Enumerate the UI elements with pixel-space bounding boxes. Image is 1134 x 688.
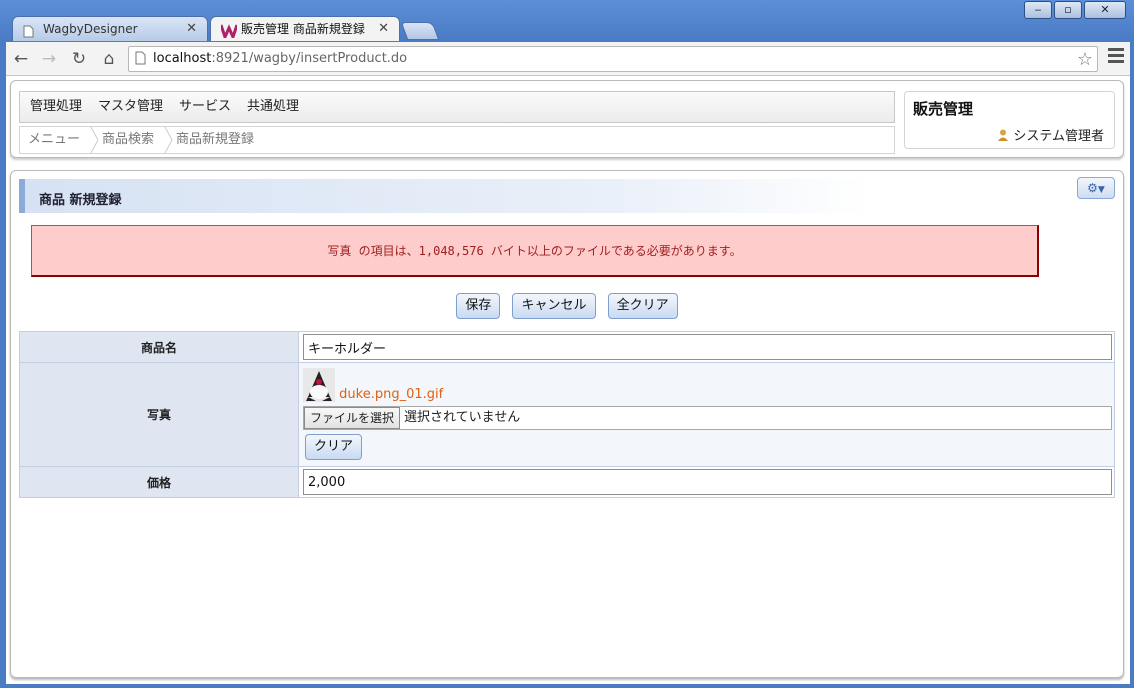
menu-item-master[interactable]: マスタ管理 <box>98 92 163 122</box>
photo-cell: duke.png_01.gif ファイルを選択 選択されていません クリア <box>298 362 1115 467</box>
page-viewport: 管理処理 マスタ管理 サービス 共通処理 メニュー 商品検索 商品新規登録 販売管理 … <box>6 76 1130 684</box>
user-name: システム管理者 <box>1013 129 1104 144</box>
page-icon <box>135 51 146 69</box>
page-icon <box>23 22 34 41</box>
page-title-bar: 商品 新規登録 <box>19 179 869 213</box>
photo-label: 写真 <box>19 362 299 467</box>
tab-label: 販売管理 商品新規登録 <box>241 22 365 36</box>
browser-menu-icon[interactable] <box>1108 48 1124 66</box>
settings-dropdown-button[interactable]: ⚙▼ <box>1077 177 1115 199</box>
price-cell <box>298 466 1115 498</box>
wagby-logo-icon <box>219 22 239 41</box>
home-icon[interactable]: ⌂ <box>98 48 120 70</box>
new-tab-button[interactable] <box>400 22 440 40</box>
tab-label: WagbyDesigner <box>43 22 138 36</box>
user-icon <box>998 129 1009 141</box>
page-title: 商品 新規登録 <box>39 193 122 208</box>
form-row-name: 商品名 <box>19 331 1115 363</box>
form-row-photo: 写真 duke.png_01.gif ファイルを選択 選択されていません クリア <box>19 362 1115 467</box>
back-icon[interactable]: ← <box>10 48 32 70</box>
price-input[interactable] <box>303 469 1112 495</box>
price-label: 価格 <box>19 466 299 498</box>
product-name-input[interactable] <box>303 334 1112 360</box>
tab-close-icon[interactable]: ✕ <box>378 17 389 41</box>
global-menu: 管理処理 マスタ管理 サービス 共通処理 <box>19 91 895 123</box>
action-buttons: 保存 キャンセル 全クリア <box>11 293 1123 319</box>
breadcrumb-current: 商品新規登録 <box>176 132 255 147</box>
tab-wagbydesigner[interactable]: WagbyDesigner ✕ <box>12 16 208 41</box>
error-message: 写真 の項目は、1,048,576 バイト以上のファイルである必要があります。 <box>31 225 1039 277</box>
breadcrumb: メニュー 商品検索 商品新規登録 <box>19 126 895 154</box>
gear-icon: ⚙ <box>1087 181 1098 195</box>
file-input[interactable]: ファイルを選択 選択されていません <box>303 405 1112 430</box>
address-bar[interactable]: localhost:8921/wagby/insertProduct.do ☆ <box>128 46 1098 72</box>
tab-product-insert[interactable]: 販売管理 商品新規登録 ✕ <box>210 16 400 41</box>
app-title: 販売管理 <box>913 100 974 118</box>
product-name-cell <box>298 331 1115 363</box>
breadcrumb-search[interactable]: 商品検索 <box>102 127 154 153</box>
bookmark-star-icon[interactable]: ☆ <box>1077 49 1093 70</box>
photo-preview: duke.png_01.gif <box>303 367 1112 402</box>
tab-close-icon[interactable]: ✕ <box>186 17 197 41</box>
main-content: 商品 新規登録 ⚙▼ 写真 の項目は、1,048,576 バイト以上のファイルで… <box>10 170 1124 678</box>
no-file-text: 選択されていません <box>404 409 521 425</box>
app-header: 管理処理 マスタ管理 サービス 共通処理 メニュー 商品検索 商品新規登録 販売管理 … <box>10 80 1124 158</box>
chevron-down-icon: ▼ <box>1097 185 1105 195</box>
product-form: 商品名 写真 <box>19 331 1115 498</box>
save-button[interactable]: 保存 <box>456 293 501 319</box>
forward-icon[interactable]: → <box>38 48 60 70</box>
menu-item-admin[interactable]: 管理処理 <box>30 92 82 122</box>
breadcrumb-menu[interactable]: メニュー <box>28 127 80 153</box>
duke-thumbnail-image[interactable] <box>303 367 335 402</box>
browser-window: ‒ ▫ ✕ WagbyDesigner ✕ 販売管理 商品新規登録 ✕ ← → … <box>0 0 1134 688</box>
tab-bar: WagbyDesigner ✕ 販売管理 商品新規登録 ✕ <box>6 16 1106 42</box>
menu-item-service[interactable]: サービス <box>179 92 231 122</box>
url-text[interactable]: localhost:8921/wagby/insertProduct.do <box>153 51 407 66</box>
user-info[interactable]: システム管理者 <box>997 125 1104 144</box>
form-row-price: 価格 <box>19 466 1115 498</box>
choose-file-button[interactable]: ファイルを選択 <box>304 406 401 429</box>
reload-icon[interactable]: ↻ <box>68 48 90 70</box>
clear-all-button[interactable]: 全クリア <box>607 293 678 319</box>
breadcrumb-separator-icon <box>90 127 99 153</box>
app-info-box: 販売管理 システム管理者 <box>904 91 1115 149</box>
cancel-button[interactable]: キャンセル <box>512 293 596 319</box>
photo-file-link[interactable]: duke.png_01.gif <box>339 387 443 402</box>
menu-item-common[interactable]: 共通処理 <box>247 92 299 122</box>
product-name-label: 商品名 <box>19 331 299 363</box>
breadcrumb-separator-icon <box>164 127 173 153</box>
browser-toolbar: ← → ↻ ⌂ localhost:8921/wagby/insertProdu… <box>6 42 1130 76</box>
photo-clear-button[interactable]: クリア <box>305 433 363 460</box>
